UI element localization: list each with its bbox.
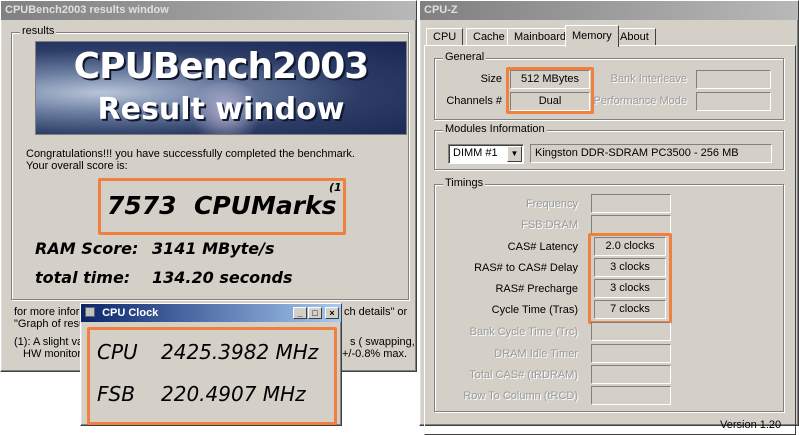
ram-score-value: 3141 MByte/s	[152, 239, 275, 258]
result-banner: CPUBench2003 Result window	[35, 41, 407, 135]
dram-idle-timer-field	[591, 344, 671, 363]
fsb-dram-field	[591, 215, 671, 234]
maximize-button[interactable]: □	[308, 307, 322, 319]
total-time-label: total time:	[35, 268, 131, 287]
tab-mainboard[interactable]: Mainboard	[507, 28, 573, 46]
tab-about[interactable]: About	[613, 28, 656, 46]
close-button[interactable]: ×	[325, 307, 339, 319]
banner-line2: Result window	[97, 92, 345, 127]
ras-precharge-label: RAS# Precharge	[495, 283, 578, 295]
fsb-dram-label: FSB:DRAM	[521, 219, 578, 231]
frequency-label: Frequency	[526, 198, 578, 210]
general-group-label: General	[443, 51, 487, 63]
note1-right: s ( swapping,	[350, 336, 415, 348]
total-cas-label: Total CAS# (tRDRAM)	[469, 369, 578, 381]
more-info-left: for more inform	[14, 306, 89, 318]
general-highlight	[506, 67, 594, 114]
cpu-clock-window: CPU Clock _ □ × CPU 2425.3982 MHz FSB 22…	[80, 303, 342, 426]
total-time-value: 134.20 seconds	[152, 268, 293, 287]
bank-interleave-label: Bank Interleave	[610, 73, 687, 85]
bank-interleave-field	[696, 70, 771, 89]
bank-cycle-time-label: Bank Cycle Time (Trc)	[469, 326, 578, 338]
minimize-button[interactable]: _	[293, 307, 307, 319]
chevron-down-icon[interactable]: ▼	[507, 146, 522, 162]
dimm-select[interactable]: DIMM #1 ▼	[448, 144, 524, 164]
row-to-column-field	[591, 386, 671, 405]
total-cas-field	[591, 365, 671, 384]
tab-cache[interactable]: Cache	[466, 28, 512, 46]
cpubench-titlebar[interactable]: CPUBench2003 results window	[1, 1, 416, 20]
graph-info-left: "Graph of resu	[14, 318, 86, 330]
score-value: 7573 CPUMarks	[107, 191, 337, 220]
note1-left: (1): A slight va	[14, 336, 84, 348]
congrats-text: Congratulations!!! you have successfully…	[26, 148, 355, 160]
cpu-clock-icon	[85, 307, 95, 317]
cpuz-titlebar[interactable]: CPU-Z	[420, 1, 798, 20]
ram-score-label: RAM Score:	[35, 239, 139, 258]
fsb-label: FSB	[97, 382, 135, 406]
cycle-time-label: Cycle Time (Tras)	[491, 304, 578, 316]
note2-right: +/-0.8% max.	[342, 348, 408, 360]
more-info-right: ch details" or	[344, 306, 408, 318]
score-footnote: (1	[329, 181, 342, 194]
overall-intro-text: Your overall score is:	[26, 160, 128, 172]
banner-line1: CPUBench2003	[73, 46, 370, 87]
channels-label: Channels #	[446, 95, 502, 107]
banner-title: CPUBench2003	[36, 46, 406, 87]
performance-mode-label: Performance Mode	[593, 95, 687, 107]
fsb-value: 220.4907 MHz	[161, 382, 306, 406]
cpu-value: 2425.3982 MHz	[161, 340, 319, 364]
tab-cpu[interactable]: CPU	[426, 28, 464, 46]
row-to-column-label: Row To Column (tRCD)	[463, 390, 578, 402]
timings-highlight	[588, 233, 672, 324]
module-description-field: Kingston DDR-SDRAM PC3500 - 256 MB	[530, 144, 772, 163]
dimm-select-value: DIMM #1	[453, 147, 498, 159]
results-group-label: results	[20, 25, 57, 37]
bank-cycle-time-field	[591, 322, 671, 341]
cas-latency-label: CAS# Latency	[507, 241, 578, 253]
banner-subtitle: Result window	[36, 92, 406, 127]
performance-mode-field	[696, 92, 771, 111]
ras-to-cas-label: RAS# to CAS# Delay	[474, 262, 578, 274]
version-text: Version 1.20	[720, 419, 782, 431]
modules-group-label: Modules Information	[443, 123, 547, 135]
tab-memory[interactable]: Memory	[565, 25, 619, 47]
frequency-field	[591, 194, 671, 213]
timings-group-label: Timings	[443, 177, 486, 189]
dram-idle-timer-label: DRAM Idle Timer	[494, 348, 578, 360]
cpu-clock-title: CPU Clock	[102, 307, 159, 319]
cpuz-window: CPU-Z CPU Cache Mainboard Memory About G…	[419, 0, 799, 435]
cpu-label: CPU	[97, 340, 138, 364]
size-label: Size	[480, 73, 502, 85]
